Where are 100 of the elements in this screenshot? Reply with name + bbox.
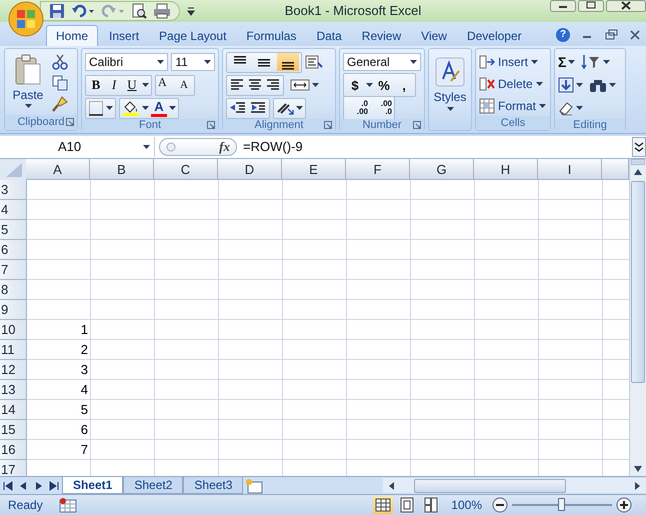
dropdown-arrow-icon[interactable] xyxy=(539,104,546,108)
save-icon[interactable] xyxy=(49,2,65,19)
dropdown-arrow-icon[interactable] xyxy=(568,60,576,64)
row-header[interactable]: 14 xyxy=(0,400,27,420)
scissors-icon[interactable] xyxy=(52,54,68,70)
dropdown-arrow-icon[interactable] xyxy=(142,106,149,110)
horizontal-scrollbar[interactable] xyxy=(383,478,646,494)
orientation-icon[interactable] xyxy=(305,54,323,70)
dropdown-arrow-icon[interactable] xyxy=(296,106,303,110)
maximize-icon[interactable] xyxy=(578,0,604,12)
number-format-field[interactable]: General xyxy=(343,53,421,72)
dropdown-arrow-icon[interactable] xyxy=(576,106,583,110)
first-sheet-icon[interactable] xyxy=(2,480,14,491)
insert-function-button[interactable]: fx xyxy=(219,138,230,155)
page-layout-view-icon[interactable] xyxy=(398,496,416,514)
row-header[interactable]: 4 xyxy=(0,200,27,220)
sort-filter-button[interactable] xyxy=(581,54,610,70)
formula-field[interactable]: =ROW()-9 xyxy=(237,139,632,154)
dropdown-arrow-icon[interactable] xyxy=(106,106,113,110)
close-icon[interactable] xyxy=(628,28,642,41)
row-header[interactable]: 6 xyxy=(0,240,27,260)
dropdown-arrow-icon[interactable] xyxy=(536,82,543,86)
dropdown-arrow-icon[interactable] xyxy=(157,60,164,64)
ribbon-tab[interactable]: Insert xyxy=(100,26,148,46)
insert-button[interactable]: Insert xyxy=(479,52,547,72)
customize-arrow-icon[interactable] xyxy=(186,6,196,16)
clear-button[interactable] xyxy=(558,100,583,116)
page-break-view-icon[interactable] xyxy=(422,496,440,514)
slider-thumb[interactable] xyxy=(558,498,565,512)
ribbon-tab[interactable]: Review xyxy=(352,26,410,46)
minimize-icon[interactable] xyxy=(550,0,576,12)
decrease-decimal-button[interactable]: .00 .0 xyxy=(370,100,392,116)
row-header[interactable]: 12 xyxy=(0,360,27,380)
row-header[interactable]: 17 xyxy=(0,460,27,476)
zoom-out-icon[interactable] xyxy=(492,497,508,514)
row-header[interactable]: 11 xyxy=(0,340,27,360)
dropdown-arrow-icon[interactable] xyxy=(169,106,176,110)
dropdown-arrow-icon[interactable] xyxy=(603,60,610,64)
underline-button[interactable]: U xyxy=(124,77,140,94)
format-button[interactable]: Format xyxy=(479,96,547,116)
italic-button[interactable]: I xyxy=(106,77,122,94)
ribbon-tab[interactable]: Page Layout xyxy=(150,26,236,46)
zoom-in-icon[interactable] xyxy=(616,497,632,514)
row-header[interactable]: 13 xyxy=(0,380,27,400)
dialog-launcher-icon[interactable] xyxy=(324,120,332,129)
column-header[interactable]: G xyxy=(410,158,474,180)
dropdown-arrow-icon[interactable] xyxy=(410,60,417,64)
scroll-thumb[interactable] xyxy=(631,180,645,383)
column-header[interactable]: B xyxy=(90,158,154,180)
dropdown-arrow-icon[interactable] xyxy=(366,83,373,88)
currency-button[interactable]: $ xyxy=(346,78,364,93)
splitter-handle-icon[interactable] xyxy=(166,142,176,152)
row-header[interactable]: 5 xyxy=(0,220,27,240)
dialog-launcher-icon[interactable] xyxy=(66,118,74,126)
ribbon-tab[interactable]: Developer xyxy=(458,26,531,46)
scroll-thumb[interactable] xyxy=(414,478,566,493)
zoom-level[interactable]: 100% xyxy=(445,498,488,512)
comma-button[interactable]: , xyxy=(395,78,413,93)
column-header[interactable]: C xyxy=(154,158,218,180)
font-size-field[interactable]: 11 xyxy=(171,53,215,72)
row-header[interactable]: 3 xyxy=(0,180,27,200)
autosum-button[interactable]: Σ xyxy=(558,54,576,70)
column-header[interactable]: I xyxy=(538,158,602,180)
ribbon-tab[interactable]: Data xyxy=(307,26,351,46)
dropdown-arrow-icon[interactable] xyxy=(142,83,149,88)
find-button[interactable] xyxy=(589,77,616,94)
dialog-launcher-icon[interactable] xyxy=(413,120,421,129)
copy-icon[interactable] xyxy=(52,74,68,91)
new-sheet-icon[interactable] xyxy=(243,478,266,494)
row-header[interactable]: 9 xyxy=(0,300,27,320)
name-box[interactable]: A10 xyxy=(0,136,155,157)
borders-icon[interactable] xyxy=(88,100,104,116)
sheet-tab[interactable]: Sheet1 xyxy=(62,477,124,494)
print-preview-icon[interactable] xyxy=(131,2,147,19)
ribbon-tab[interactable]: View xyxy=(412,26,456,46)
styles-button[interactable]: Styles xyxy=(432,52,468,111)
ribbon-tab[interactable]: Formulas xyxy=(237,26,306,46)
vertical-scrollbar[interactable] xyxy=(629,158,646,476)
row-header[interactable]: 8 xyxy=(0,280,27,300)
column-header[interactable]: D xyxy=(218,158,282,180)
dropdown-arrow-icon[interactable] xyxy=(609,83,616,88)
normal-view-icon[interactable] xyxy=(374,496,392,514)
column-header[interactable]: A xyxy=(26,158,90,180)
column-header[interactable]: H xyxy=(474,158,538,180)
paintbrush-icon[interactable] xyxy=(52,96,68,112)
font-name-field[interactable]: Calibri xyxy=(85,53,168,72)
dropdown-arrow-icon[interactable] xyxy=(24,104,32,108)
percent-button[interactable]: % xyxy=(375,78,393,93)
dropdown-arrow-icon[interactable] xyxy=(576,83,583,88)
close-icon[interactable] xyxy=(606,0,646,12)
column-header[interactable]: E xyxy=(282,158,346,180)
undo-icon[interactable] xyxy=(71,2,95,19)
dialog-launcher-icon[interactable] xyxy=(207,120,215,129)
dropdown-arrow-icon[interactable] xyxy=(446,106,454,111)
expand-formula-bar-icon[interactable] xyxy=(632,136,646,157)
row-header[interactable]: 10 xyxy=(0,320,27,340)
row-header[interactable]: 7 xyxy=(0,260,27,280)
delete-button[interactable]: Delete xyxy=(479,74,547,94)
column-header[interactable]: F xyxy=(346,158,410,180)
macro-record-icon[interactable] xyxy=(58,497,77,514)
